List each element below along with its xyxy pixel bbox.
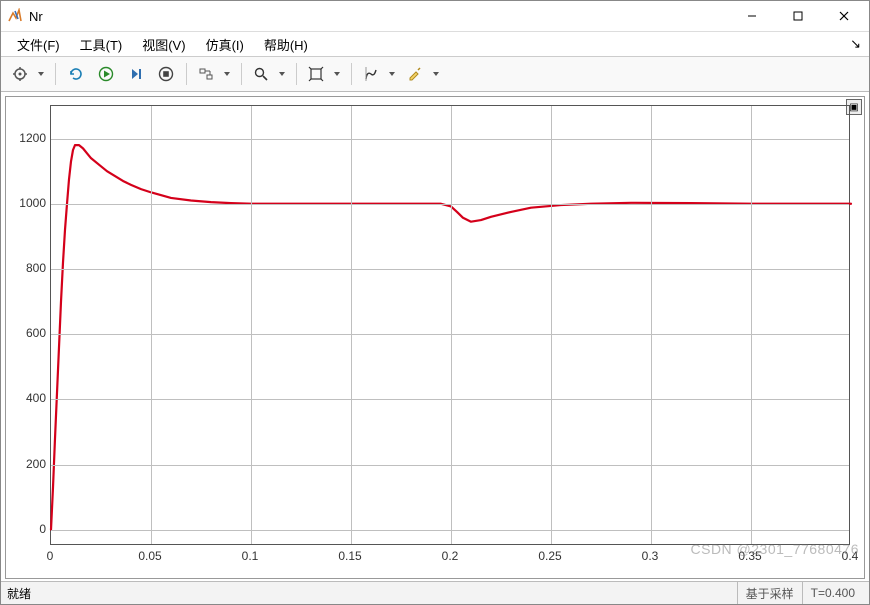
- menu-tools[interactable]: 工具(T): [70, 33, 133, 56]
- gridline-h: [51, 334, 849, 335]
- gridline-v: [351, 106, 352, 544]
- ytick-label: 600: [14, 326, 46, 340]
- gridline-v: [551, 106, 552, 544]
- titlebar: Nr: [1, 1, 869, 32]
- maximize-button[interactable]: [775, 1, 821, 31]
- gridline-h: [51, 204, 849, 205]
- toolbar: [1, 57, 869, 92]
- xtick-label: 0.4: [842, 549, 859, 563]
- statusbar: 就绪 基于采样 T=0.400: [1, 581, 869, 604]
- autoscale-button[interactable]: [303, 60, 345, 88]
- gridline-v: [751, 106, 752, 544]
- gridline-v: [451, 106, 452, 544]
- xtick-label: 0.35: [738, 549, 761, 563]
- xtick-label: 0: [47, 549, 54, 563]
- ytick-label: 1200: [14, 131, 46, 145]
- minimize-button[interactable]: [729, 1, 775, 31]
- run-button[interactable]: [92, 60, 120, 88]
- gridline-v: [151, 106, 152, 544]
- xtick-label: 0.3: [642, 549, 659, 563]
- xtick-label: 0.05: [138, 549, 161, 563]
- highlight-button[interactable]: [402, 60, 444, 88]
- axes: [50, 105, 850, 545]
- gridline-v: [651, 106, 652, 544]
- plot-area[interactable]: ▣ 00.050.10.150.20.250.30.350.4020040060…: [1, 92, 869, 581]
- gridline-v: [251, 106, 252, 544]
- status-time: T=0.400: [802, 582, 863, 604]
- xtick-label: 0.25: [538, 549, 561, 563]
- window-title: Nr: [29, 9, 43, 24]
- measure-button[interactable]: [358, 60, 400, 88]
- close-button[interactable]: [821, 1, 867, 31]
- ytick-label: 200: [14, 457, 46, 471]
- gridline-h: [51, 530, 849, 531]
- ytick-label: 1000: [14, 196, 46, 210]
- status-ready: 就绪: [7, 585, 31, 602]
- app-window: Nr 文件(F) 工具(T) 视图(V) 仿真(I) 帮助(H) ↘: [0, 0, 870, 605]
- menu-file[interactable]: 文件(F): [7, 33, 70, 56]
- stop-button[interactable]: [152, 60, 180, 88]
- menu-help[interactable]: 帮助(H): [254, 33, 318, 56]
- status-sampletype: 基于采样: [737, 582, 802, 604]
- xtick-label: 0.1: [242, 549, 259, 563]
- xtick-label: 0.15: [338, 549, 361, 563]
- ytick-label: 400: [14, 391, 46, 405]
- step-forward-button[interactable]: [122, 60, 150, 88]
- gridline-h: [51, 465, 849, 466]
- zoom-button[interactable]: [248, 60, 290, 88]
- menu-view[interactable]: 视图(V): [132, 33, 195, 56]
- ytick-label: 800: [14, 261, 46, 275]
- gridline-h: [51, 269, 849, 270]
- ytick-label: 0: [14, 522, 46, 536]
- signal-selector-button[interactable]: [193, 60, 235, 88]
- menubar: 文件(F) 工具(T) 视图(V) 仿真(I) 帮助(H) ↘: [1, 32, 869, 57]
- settings-button[interactable]: [7, 60, 49, 88]
- menu-sim[interactable]: 仿真(I): [196, 33, 254, 56]
- xtick-label: 0.2: [442, 549, 459, 563]
- undock-icon[interactable]: ↘: [850, 36, 861, 52]
- gridline-h: [51, 399, 849, 400]
- matlab-icon: [7, 8, 23, 24]
- update-button[interactable]: [62, 60, 90, 88]
- gridline-h: [51, 139, 849, 140]
